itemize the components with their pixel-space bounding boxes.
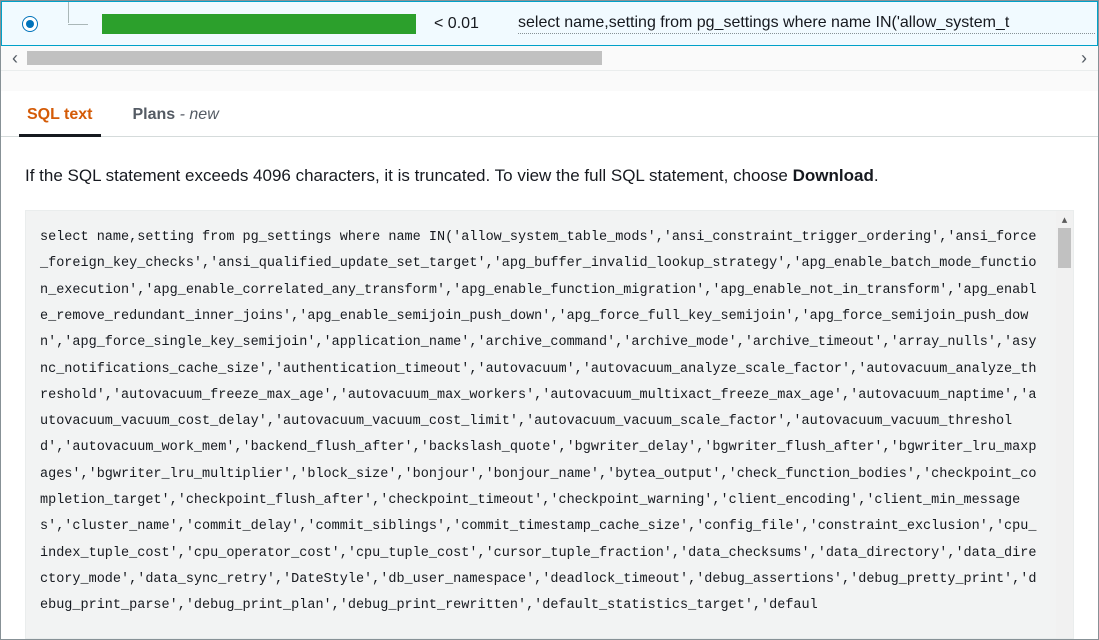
window-frame: < 0.01 select name,setting from pg_setti… xyxy=(0,0,1099,640)
vertical-scrollbar[interactable]: ▴ xyxy=(1056,211,1073,638)
spacer xyxy=(1,71,1098,91)
load-bar xyxy=(102,14,416,34)
sql-code-text[interactable]: select name,setting from pg_settings whe… xyxy=(26,211,1056,638)
sql-preview-text[interactable]: select name,setting from pg_settings whe… xyxy=(518,14,1095,34)
tabs-bar: SQL text Plans - new xyxy=(1,91,1098,137)
load-value: < 0.01 xyxy=(428,15,518,33)
truncation-notice: If the SQL statement exceeds 4096 charac… xyxy=(25,165,1074,188)
tab-sql-text[interactable]: SQL text xyxy=(25,94,95,136)
tab-content: If the SQL statement exceeds 4096 charac… xyxy=(1,137,1098,639)
notice-text-after: . xyxy=(874,166,879,185)
hscroll-track[interactable] xyxy=(27,51,1072,65)
hscroll-thumb[interactable] xyxy=(27,51,602,65)
row-radio-cell[interactable] xyxy=(2,2,58,45)
download-keyword: Download xyxy=(793,166,874,185)
selected-query-row[interactable]: < 0.01 select name,setting from pg_setti… xyxy=(1,1,1098,46)
scroll-right-icon[interactable]: › xyxy=(1074,49,1094,67)
scroll-up-icon[interactable]: ▴ xyxy=(1056,211,1073,228)
notice-text-before: If the SQL statement exceeds 4096 charac… xyxy=(25,166,793,185)
tab-new-suffix: - new xyxy=(175,106,219,123)
sql-code-container: select name,setting from pg_settings whe… xyxy=(25,210,1074,639)
tab-label: Plans xyxy=(133,106,176,123)
vscroll-thumb[interactable] xyxy=(1058,228,1071,268)
load-bar-cell xyxy=(98,14,428,34)
radio-selected-icon[interactable] xyxy=(22,16,38,32)
tab-plans[interactable]: Plans - new xyxy=(131,94,221,136)
horizontal-scrollbar[interactable]: ‹ › xyxy=(1,46,1098,71)
tab-label: SQL text xyxy=(27,106,93,123)
scroll-left-icon[interactable]: ‹ xyxy=(5,49,25,67)
tree-branch-icon xyxy=(58,2,98,45)
